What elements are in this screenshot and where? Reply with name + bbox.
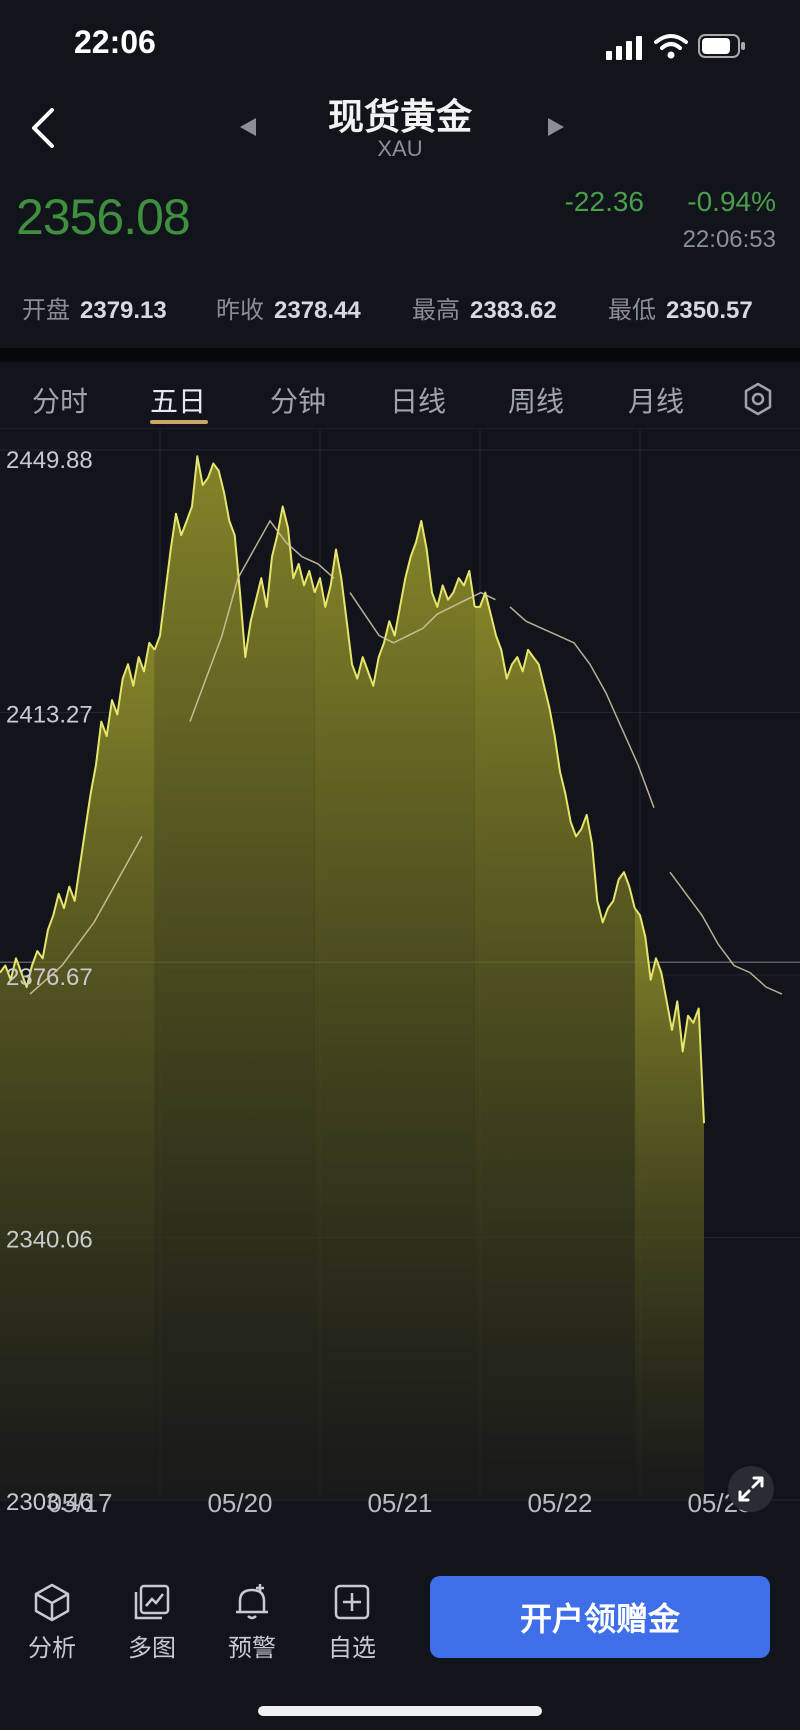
stat-value: 2350.57 — [666, 297, 753, 324]
chart-settings-icon[interactable] — [742, 382, 774, 416]
plus-square-icon — [334, 1584, 370, 1620]
moving-average-05/23 — [669, 871, 783, 995]
fullscreen-button[interactable] — [728, 1466, 774, 1512]
price-change: -22.36 — [564, 186, 644, 217]
stat-label: 开盘 — [22, 296, 70, 324]
y-tick-label: 2376.67 — [6, 964, 93, 991]
quote-time: 22:06:53 — [682, 226, 776, 253]
nav-label: 分析 — [28, 1634, 76, 1662]
cube-icon — [34, 1583, 70, 1622]
nav-label: 自选 — [328, 1634, 376, 1662]
stat-prev-close: 昨收 2378.44 — [216, 290, 361, 325]
y-tick-label: 2449.88 — [6, 447, 93, 474]
status-time: 22:06 — [74, 24, 156, 60]
x-tick-label: 05/20 — [207, 1488, 272, 1518]
price-area-05/17 — [0, 642, 155, 1500]
tab-separator — [0, 428, 800, 429]
active-tab-indicator — [150, 420, 208, 424]
nav-watchlist[interactable]: 自选 — [312, 1582, 392, 1663]
price-area-05/21 — [314, 520, 475, 1500]
tab-five-day[interactable]: 五日 — [150, 380, 206, 420]
y-tick-label: 2413.27 — [6, 702, 93, 729]
tab-daily[interactable]: 日线 — [390, 380, 446, 420]
back-arrow-icon[interactable] — [24, 104, 64, 152]
nav-multi-chart[interactable]: 多图 — [112, 1582, 192, 1663]
stat-label: 最高 — [412, 296, 460, 324]
nav-label: 预警 — [228, 1634, 276, 1662]
x-tick-label: 05/17 — [47, 1488, 112, 1518]
stat-value: 2378.44 — [274, 297, 361, 324]
x-tick-label: 05/22 — [527, 1488, 592, 1518]
symbol-code: XAU — [377, 136, 423, 161]
next-symbol-icon[interactable] — [546, 116, 566, 138]
tab-weekly[interactable]: 周线 — [508, 380, 564, 420]
stat-open: 开盘 2379.13 — [22, 290, 167, 325]
section-divider — [0, 348, 800, 362]
nav-label: 多图 — [128, 1634, 176, 1662]
page-title: 现货黄金 — [327, 97, 472, 138]
tab-monthly[interactable]: 月线 — [628, 380, 684, 420]
price-area-05/23 — [634, 908, 704, 1500]
stat-value: 2379.13 — [80, 297, 167, 324]
x-tick-label: 05/21 — [367, 1488, 432, 1518]
stat-high: 最高 2383.62 — [412, 290, 557, 325]
y-tick-label: 2340.06 — [6, 1227, 93, 1254]
tab-timeshare[interactable]: 分时 — [32, 380, 88, 420]
price-chart[interactable]: 2449.882413.272376.672340.062303.46 05/1… — [0, 430, 800, 1520]
wifi-icon — [654, 34, 688, 59]
price-area-05/20 — [154, 456, 315, 1500]
home-indicator — [258, 1706, 542, 1716]
nav-alert[interactable]: 预警 — [212, 1582, 292, 1663]
open-account-button[interactable]: 开户领赠金 — [430, 1576, 770, 1658]
battery-icon — [698, 34, 745, 58]
nav-analysis[interactable]: 分析 — [12, 1582, 92, 1663]
multi-chart-icon — [134, 1584, 170, 1620]
tab-minute[interactable]: 分钟 — [270, 380, 326, 420]
stat-value: 2383.62 — [470, 297, 557, 324]
stat-label: 昨收 — [216, 296, 264, 324]
price-change-percent: -0.94% — [687, 186, 776, 217]
expand-icon — [738, 1476, 764, 1502]
current-price: 2356.08 — [16, 189, 191, 245]
price-area-05/22 — [474, 592, 635, 1500]
stat-low: 最低 2350.57 — [608, 290, 753, 325]
bell-plus-icon — [236, 1584, 268, 1620]
cellular-signal-icon — [606, 36, 642, 60]
stat-label: 最低 — [608, 296, 656, 324]
